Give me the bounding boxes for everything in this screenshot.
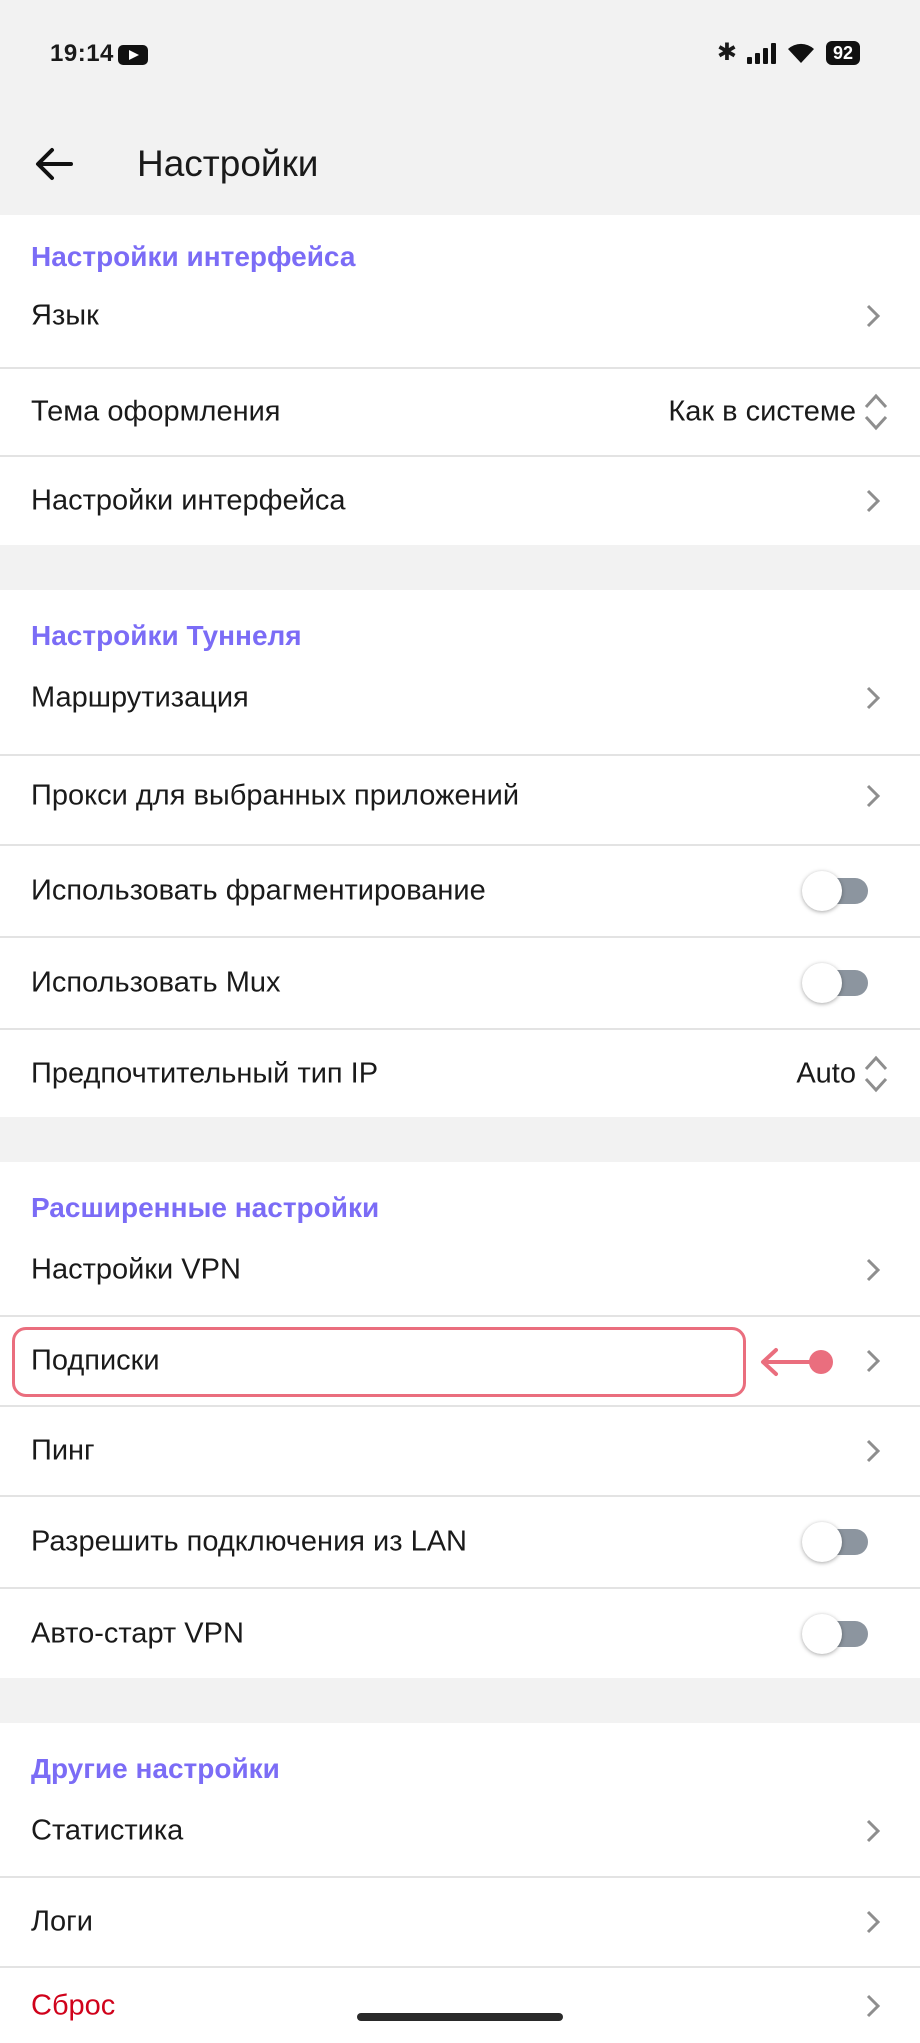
youtube-notification-icon [118, 45, 148, 65]
chevron-right-icon [866, 1439, 881, 1463]
toggle-knob [802, 963, 842, 1003]
bluetooth-icon: ✱ [716, 39, 737, 66]
toggle-knob [802, 871, 842, 911]
chevron-up-down-icon [864, 1055, 888, 1092]
setting-vpn[interactable]: Настройки VPN [0, 1224, 920, 1316]
autostart-toggle[interactable] [802, 1613, 868, 1654]
setting-label: Статистика [31, 1814, 184, 1847]
chevron-right-icon [866, 304, 881, 328]
section-title: Расширенные настройки [31, 1192, 380, 1223]
setting-language[interactable]: Язык [0, 269, 920, 363]
chevron-right-icon [866, 784, 881, 807]
wifi-icon [787, 43, 814, 63]
setting-fragmentation: Использовать фрагментирование [0, 844, 920, 936]
setting-label: Пинг [31, 1434, 95, 1467]
setting-label: Сброс [31, 1989, 116, 2021]
setting-label: Прокси для выбранных приложений [31, 779, 520, 811]
chevron-right-icon [866, 686, 881, 710]
section-title: Другие настройки [31, 1753, 280, 1784]
setting-label: Логи [31, 1905, 93, 1938]
app-bar: Настройки [0, 110, 920, 215]
setting-routing[interactable]: Маршрутизация [0, 652, 920, 744]
setting-statistics[interactable]: Статистика [0, 1785, 920, 1877]
chevron-right-icon [866, 1258, 881, 1282]
status-bar: 19:14 ✱ 92 [0, 0, 920, 110]
chevron-right-icon [866, 489, 881, 513]
setting-theme[interactable]: Тема оформления Как в системе [0, 367, 920, 455]
status-time: 19:14 [50, 40, 114, 67]
setting-label: Маршрутизация [31, 681, 249, 714]
cell-signal-icon [746, 42, 776, 64]
highlight-box [12, 1327, 746, 1397]
setting-value: Как в системе [668, 395, 856, 428]
chevron-right-icon [866, 1349, 881, 1373]
mux-toggle[interactable] [802, 963, 868, 1003]
chevron-up-down-icon [864, 393, 888, 431]
toggle-knob [802, 1522, 842, 1562]
setting-label: Язык [31, 299, 99, 332]
section-title: Настройки Туннеля [31, 620, 302, 651]
fragmentation-toggle[interactable] [802, 871, 868, 911]
setting-label: Настройки VPN [31, 1253, 241, 1286]
setting-logs[interactable]: Логи [0, 1876, 920, 1966]
setting-ping[interactable]: Пинг [0, 1405, 920, 1495]
battery-icon: 92 [825, 41, 860, 65]
arrow-left-pointer-icon [761, 1348, 833, 1376]
setting-autostart: Авто-старт VPN [0, 1587, 920, 1678]
setting-allow-lan: Разрешить подключения из LAN [0, 1495, 920, 1587]
setting-label: Предпочтительный тип IP [31, 1057, 379, 1089]
setting-per-app-proxy[interactable]: Прокси для выбранных приложений [0, 754, 920, 835]
home-indicator[interactable] [357, 2013, 563, 2021]
chevron-right-icon [866, 1819, 881, 1843]
setting-interface[interactable]: Настройки интерфейса [0, 455, 920, 545]
toggle-knob [802, 1613, 842, 1654]
setting-label: Тема оформления [31, 395, 281, 428]
setting-label: Разрешить подключения из LAN [31, 1525, 467, 1558]
section-tunnel: Настройки Туннеля Маршрутизация Прокси д… [0, 590, 920, 1117]
setting-value: Auto [796, 1057, 856, 1089]
setting-label: Настройки интерфейса [31, 484, 346, 517]
arrow-left-icon [36, 148, 73, 180]
section-advanced: Расширенные настройки Настройки VPN Подп… [0, 1162, 920, 1678]
chevron-right-icon [866, 1994, 881, 2017]
setting-label: Использовать фрагментирование [31, 874, 486, 907]
setting-ip-type[interactable]: Предпочтительный тип IP Auto [0, 1028, 920, 1117]
back-button[interactable] [30, 140, 78, 188]
section-interface: Настройки интерфейса Язык Тема оформлени… [0, 215, 920, 545]
allow-lan-toggle[interactable] [802, 1522, 868, 1562]
setting-reset[interactable]: Сброс [0, 1966, 920, 2043]
setting-label: Использовать Mux [31, 966, 281, 999]
status-icons: ✱ 92 [717, 38, 860, 68]
setting-mux: Использовать Mux [0, 936, 920, 1028]
setting-label: Авто-старт VPN [31, 1617, 244, 1649]
section-other: Другие настройки Статистика Логи Сброс [0, 1723, 920, 2043]
chevron-right-icon [866, 1910, 881, 1934]
page-title: Настройки [137, 143, 319, 184]
